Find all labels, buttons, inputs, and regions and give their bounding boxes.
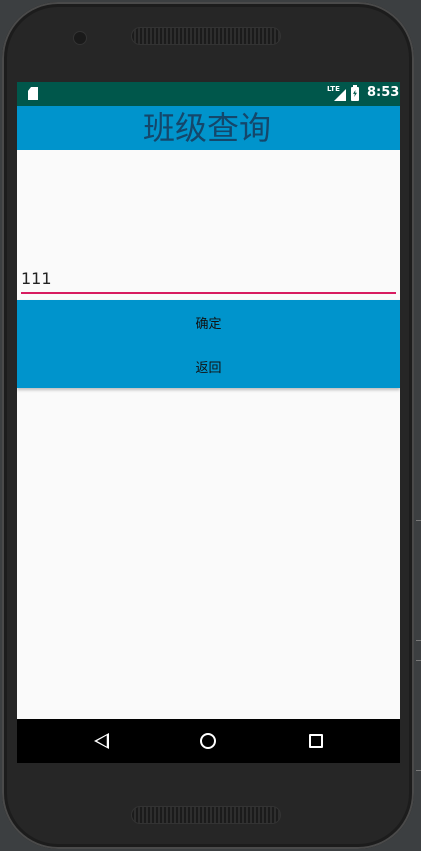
back-icon[interactable]: [94, 733, 109, 749]
class-id-input[interactable]: [21, 264, 396, 294]
status-bar: LTE 8:53: [17, 82, 400, 106]
recents-icon[interactable]: [309, 734, 323, 748]
phone-frame: LTE 8:53 班级查询 确定 返回: [2, 2, 414, 849]
sd-card-icon: [28, 87, 38, 100]
device-screen: LTE 8:53 班级查询 确定 返回: [17, 82, 400, 763]
confirm-button[interactable]: 确定: [17, 300, 400, 344]
page-title: 班级查询: [142, 109, 271, 147]
front-camera: [74, 32, 86, 44]
lte-label: LTE: [327, 85, 340, 93]
class-query-field: [21, 264, 396, 294]
top-speaker: [132, 28, 280, 44]
home-icon[interactable]: [200, 733, 216, 749]
app-bar: 班级查询: [17, 106, 400, 150]
navigation-bar: [17, 719, 400, 763]
status-time: 8:53: [367, 85, 400, 100]
battery-charging-icon: [351, 85, 359, 101]
button-panel: 确定 返回: [17, 300, 400, 388]
bottom-speaker: [132, 807, 280, 823]
back-button[interactable]: 返回: [17, 344, 400, 388]
